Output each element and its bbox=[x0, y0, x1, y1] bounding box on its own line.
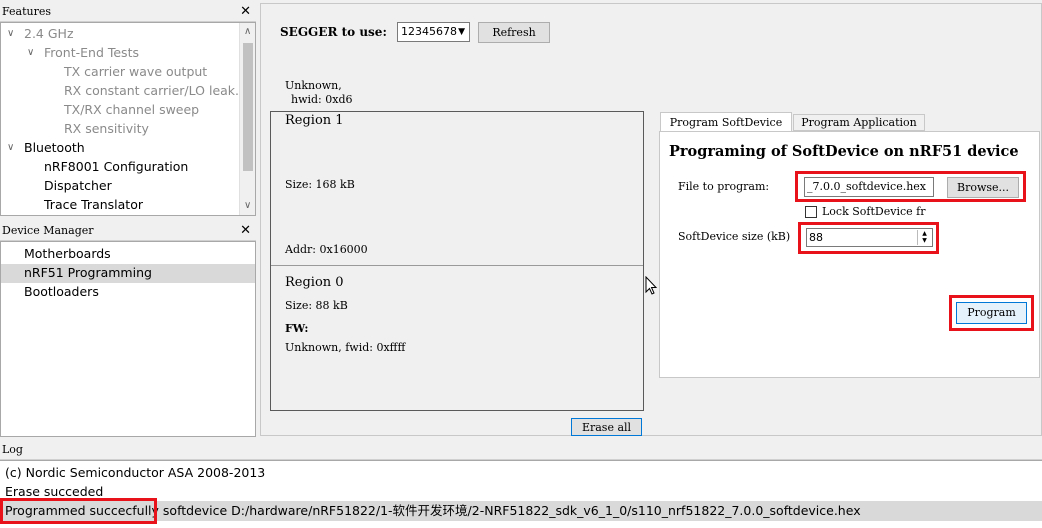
tree-item-front-end-tests[interactable]: Front-End Tests bbox=[44, 43, 139, 62]
close-icon[interactable]: ✕ bbox=[240, 4, 251, 20]
region-1-addr: Addr: 0x16000 bbox=[285, 243, 368, 256]
log-line: (c) Nordic Semiconductor ASA 2008-2013 bbox=[5, 465, 266, 480]
tree-item-trace-translator[interactable]: Trace Translator bbox=[44, 195, 143, 214]
chevron-down-icon[interactable]: ∨ bbox=[7, 28, 14, 39]
lock-softdevice-checkbox[interactable] bbox=[805, 206, 817, 218]
segger-label: SEGGER to use: bbox=[280, 25, 387, 39]
region-0: Region 0 Size: 88 kB FW: Unknown, fwid: … bbox=[271, 266, 643, 410]
highlight-file-box bbox=[795, 171, 1026, 202]
region-0-fw-label: FW: bbox=[285, 322, 309, 335]
softdevice-size-label: SoftDevice size (kB) bbox=[678, 230, 791, 243]
region-1-size: Size: 168 kB bbox=[285, 178, 355, 191]
features-panel-title: Features ✕ bbox=[0, 3, 256, 22]
erase-all-button[interactable]: Erase all bbox=[571, 418, 642, 436]
tree-item-dispatcher[interactable]: Dispatcher bbox=[44, 176, 112, 195]
chevron-down-icon[interactable]: ∨ bbox=[7, 142, 14, 153]
tree-item-2-4ghz[interactable]: 2.4 GHz bbox=[24, 24, 74, 43]
features-scrollbar[interactable]: ∧ ∨ bbox=[239, 23, 255, 215]
scroll-thumb[interactable] bbox=[243, 43, 253, 171]
device-item-motherboards[interactable]: Motherboards bbox=[24, 244, 111, 263]
features-tree: ∨ 2.4 GHz ∨ Front-End Tests TX carrier w… bbox=[0, 22, 256, 216]
file-to-program-label: File to program: bbox=[678, 180, 770, 193]
softdevice-tab-panel bbox=[659, 131, 1040, 378]
tree-item-bluetooth[interactable]: Bluetooth bbox=[24, 138, 85, 157]
mouse-cursor-icon bbox=[645, 276, 658, 295]
close-icon[interactable]: ✕ bbox=[240, 223, 251, 239]
chevron-down-icon[interactable]: ∨ bbox=[27, 47, 34, 58]
device-item-nrf51-programming[interactable]: nRF51 Programming bbox=[24, 263, 152, 282]
tree-item-nrf8001[interactable]: nRF8001 Configuration bbox=[44, 157, 188, 176]
device-manager-panel-title: Device Manager ✕ bbox=[0, 222, 256, 241]
tab-program-softdevice[interactable]: Program SoftDevice bbox=[660, 112, 792, 132]
tree-item-tx-carrier[interactable]: TX carrier wave output bbox=[64, 62, 207, 81]
highlight-program-button bbox=[949, 295, 1034, 331]
device-item-bootloaders[interactable]: Bootloaders bbox=[24, 282, 99, 301]
device-info-line1: Unknown, bbox=[285, 79, 342, 92]
segger-select-value: 12345678 bbox=[401, 25, 457, 38]
softdevice-heading: Programing of SoftDevice on nRF51 device bbox=[669, 143, 1019, 160]
scroll-up-icon[interactable]: ∧ bbox=[244, 26, 251, 37]
tree-item-txrx-sweep[interactable]: TX/RX channel sweep bbox=[64, 100, 199, 119]
memory-map: Region 1 Size: 168 kB Addr: 0x16000 Regi… bbox=[270, 111, 644, 411]
scroll-down-icon[interactable]: ∨ bbox=[244, 200, 251, 211]
tab-program-application[interactable]: Program Application bbox=[793, 114, 925, 131]
region-0-title: Region 0 bbox=[285, 275, 344, 290]
log-panel-title: Log bbox=[0, 441, 1042, 460]
device-manager-title: Device Manager bbox=[2, 224, 94, 237]
device-info-line2: hwid: 0xd6 bbox=[291, 93, 353, 106]
refresh-button[interactable]: Refresh bbox=[478, 22, 550, 43]
highlight-log-success bbox=[0, 498, 157, 524]
tree-item-rx-constant[interactable]: RX constant carrier/LO leak... bbox=[64, 81, 247, 100]
device-manager-list: Motherboards nRF51 Programming Bootloade… bbox=[0, 241, 256, 437]
region-1-title: Region 1 bbox=[285, 113, 344, 128]
region-0-size: Size: 88 kB bbox=[285, 299, 348, 312]
log-title: Log bbox=[2, 443, 23, 456]
tree-item-rx-sensitivity[interactable]: RX sensitivity bbox=[64, 119, 149, 138]
segger-select[interactable]: 12345678 ▼ bbox=[397, 22, 470, 42]
dropdown-arrow-icon[interactable]: ▼ bbox=[458, 23, 465, 41]
highlight-size-box bbox=[798, 222, 939, 254]
features-title: Features bbox=[2, 5, 52, 18]
region-1: Region 1 Size: 168 kB Addr: 0x16000 bbox=[271, 112, 643, 265]
region-0-fw-info: Unknown, fwid: 0xffff bbox=[285, 341, 406, 354]
lock-softdevice-label: Lock SoftDevice fr bbox=[822, 205, 926, 218]
